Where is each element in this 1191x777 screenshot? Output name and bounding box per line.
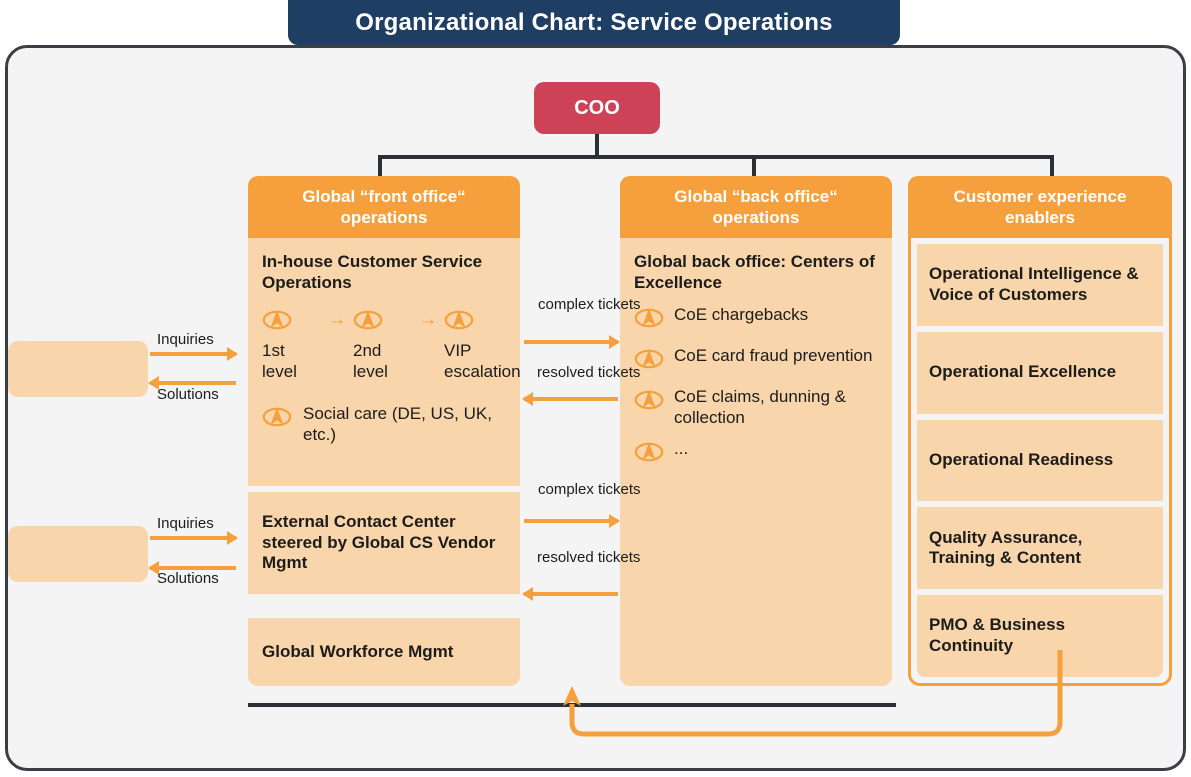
social-care-label: Social care (DE, US, UK, etc.) <box>303 404 492 444</box>
column-back-office: Global “back office“ operations <box>620 176 892 238</box>
column-header-enablers: Customer experience enablers <box>908 176 1172 238</box>
enablers-container: Operational Intelligence & Voice of Cust… <box>908 238 1172 686</box>
column-front-office: Global “front office“ operations <box>248 176 520 238</box>
arrow-inquiries-bottom <box>150 531 238 545</box>
agent-headset-icon <box>444 310 474 337</box>
arrow-label-resolved-tickets-bottom: resolved tickets <box>537 549 641 566</box>
arrow-label-complex-tickets-bottom: complex tickets <box>538 481 641 498</box>
enabler-operational-intelligence[interactable]: Operational Intelligence & Voice of Cust… <box>917 244 1163 326</box>
coe-list: CoE chargebacks CoE card fraud preventio… <box>634 305 878 469</box>
coe-list-item[interactable]: CoE card fraud prevention <box>634 346 878 377</box>
arrow-solutions-top <box>148 376 236 390</box>
diagram-canvas: Organizational Chart: Service Operations… <box>0 0 1191 777</box>
service-level-vip[interactable]: VIP escalation <box>444 307 521 382</box>
card-title-global-workforce-mgmt: Global Workforce Mgmt <box>262 641 454 661</box>
enabler-operational-readiness[interactable]: Operational Readiness <box>917 419 1163 502</box>
service-level-1[interactable]: 1st level <box>262 307 321 382</box>
card-global-workforce-mgmt[interactable]: Global Workforce Mgmt <box>248 618 520 686</box>
arrow-label-resolved-tickets-top: resolved tickets <box>537 364 641 381</box>
service-level-2[interactable]: 2nd level <box>353 307 412 382</box>
arrow-label-inquiries-bottom: Inquiries <box>157 515 214 532</box>
service-level-vip-label: VIP escalation <box>444 341 521 381</box>
card-title-centers-of-excellence: Global back office: Centers of Excellenc… <box>634 252 875 292</box>
agent-headset-icon <box>262 310 292 337</box>
connector-horizontal-bus <box>378 155 1054 159</box>
enabler-quality-assurance[interactable]: Quality Assurance, Training & Content <box>917 507 1163 590</box>
service-levels-row: 1st level → 2nd level → VIP escalation <box>262 307 521 382</box>
arrow-complex-tickets-bottom <box>524 514 620 528</box>
arrow-resolved-tickets-bottom <box>522 587 618 601</box>
arrow-label-solutions-bottom: Solutions <box>157 570 219 587</box>
connector-coo-stem <box>595 133 599 157</box>
social-care-item[interactable]: Social care (DE, US, UK, etc.) <box>262 404 506 445</box>
column-customer-experience-enablers: Customer experience enablers <box>908 176 1172 238</box>
service-level-1-label: 1st level <box>262 341 297 381</box>
level-arrow-2-icon: → <box>418 309 438 331</box>
coe-item-label: CoE claims, dunning & collection <box>674 387 846 428</box>
coe-list-item[interactable]: CoE claims, dunning & collection <box>634 387 878 428</box>
card-centers-of-excellence[interactable]: Global back office: Centers of Excellenc… <box>620 238 892 686</box>
column-header-back-office: Global “back office“ operations <box>620 176 892 238</box>
level-arrow-1-icon: → <box>327 309 347 331</box>
source-box-customers-bottom[interactable] <box>8 526 148 582</box>
coe-item-label: CoE card fraud prevention <box>674 346 873 366</box>
arrow-inquiries-top <box>150 347 238 361</box>
card-title-in-house: In-house Customer Service Operations <box>262 252 483 292</box>
agent-headset-icon <box>353 310 383 337</box>
arrow-label-solutions-top: Solutions <box>157 386 219 403</box>
card-title-external-contact-center: External Contact Center steered by Globa… <box>262 511 496 573</box>
org-node-coo[interactable]: COO <box>534 82 660 134</box>
service-level-2-label: 2nd level <box>353 341 388 381</box>
feedback-loop-arrow <box>540 650 1100 760</box>
agent-headset-icon <box>634 387 664 418</box>
card-in-house-customer-service[interactable]: In-house Customer Service Operations 1st… <box>248 238 521 486</box>
arrow-label-inquiries-top: Inquiries <box>157 331 214 348</box>
source-box-customers-top[interactable] <box>8 341 148 397</box>
coe-item-label: CoE chargebacks <box>674 305 809 325</box>
agent-headset-icon <box>634 439 664 470</box>
card-external-contact-center[interactable]: External Contact Center steered by Globa… <box>248 492 520 594</box>
enabler-operational-excellence[interactable]: Operational Excellence <box>917 331 1163 414</box>
coe-list-item[interactable]: CoE chargebacks <box>634 305 878 336</box>
arrow-label-complex-tickets-top: complex tickets <box>538 296 641 313</box>
coe-item-label: ... <box>674 438 689 458</box>
agent-headset-icon <box>262 404 292 435</box>
arrow-complex-tickets-top <box>524 335 620 349</box>
page-title: Organizational Chart: Service Operations <box>288 0 900 45</box>
coe-list-item[interactable]: ... <box>634 439 878 470</box>
arrow-resolved-tickets-top <box>522 392 618 406</box>
column-header-front-office: Global “front office“ operations <box>248 176 520 238</box>
